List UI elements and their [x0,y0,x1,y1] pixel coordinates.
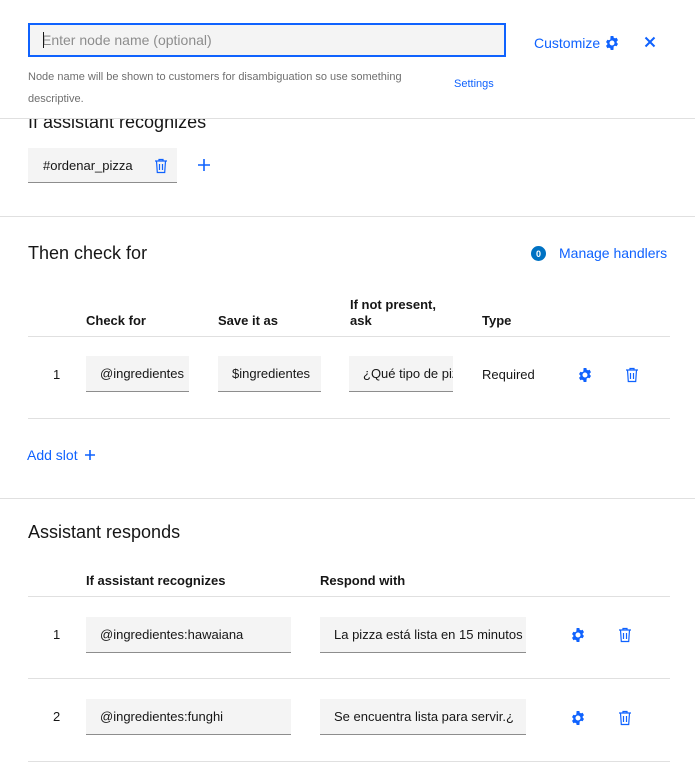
column-header-respond-with: Respond with [320,573,406,588]
trash-icon[interactable] [625,367,639,383]
response-text-field[interactable]: Se encuentra lista para servir.¿ [320,699,526,735]
manage-handlers-link[interactable]: Manage handlers [559,245,667,261]
table-divider [28,596,670,597]
customize-label: Customize [534,35,601,51]
settings-link[interactable]: Settings [454,78,494,90]
column-header-condition: If assistant recognizes [86,573,226,588]
response-row-number: 1 [53,627,61,642]
slots-section-title: Then check for [28,243,148,263]
slot-row-number: 1 [53,367,61,382]
add-condition-plus-icon[interactable] [197,158,211,172]
text-caret [43,32,44,48]
response-row-number: 2 [53,709,61,724]
trash-icon[interactable] [618,710,632,726]
slot-save-as-field[interactable]: $ingredientes [218,356,321,392]
response-condition-field[interactable]: @ingredientes:hawaiana [86,617,291,653]
column-header-if-not-present: If not present, ask [350,297,436,328]
add-slot-button[interactable]: Add slot [27,447,96,463]
table-divider [28,678,670,679]
gear-icon[interactable] [570,627,586,643]
node-name-input[interactable] [28,23,506,57]
response-text-field[interactable]: La pizza está lista en 15 minutos [320,617,526,653]
table-divider [28,761,670,762]
section-divider [0,498,695,499]
gear-icon [606,36,619,50]
trash-icon[interactable] [618,627,632,643]
response-condition-field[interactable]: @ingredientes:funghi [86,699,291,735]
intent-condition-field[interactable]: #ordenar_pizza [28,148,177,183]
intent-condition-value: #ordenar_pizza [43,157,133,173]
slot-check-for-field[interactable]: @ingredientes [86,356,189,392]
column-header-type: Type [482,313,512,328]
column-header-save-as: Save it as [218,313,278,328]
trash-icon[interactable] [154,158,168,174]
add-slot-label: Add slot [27,447,78,463]
plus-icon [84,450,95,460]
handlers-count-badge: 0 [531,246,546,261]
gear-icon[interactable] [577,367,593,383]
node-header: Node name will be shown to customers for… [0,0,695,119]
customize-button[interactable]: Customize [534,33,620,53]
node-name-helper-text: Node name will be shown to customers for… [28,71,402,105]
slot-prompt-field[interactable]: ¿Qué tipo de pizza desea? [349,356,453,392]
section-divider [0,216,695,217]
table-divider [28,336,670,337]
responses-section-title: Assistant responds [28,522,181,542]
close-icon[interactable] [640,32,660,52]
slot-type-value: Required [482,367,535,382]
table-divider [28,418,670,419]
gear-icon[interactable] [570,710,586,726]
column-header-check-for: Check for [86,313,146,328]
